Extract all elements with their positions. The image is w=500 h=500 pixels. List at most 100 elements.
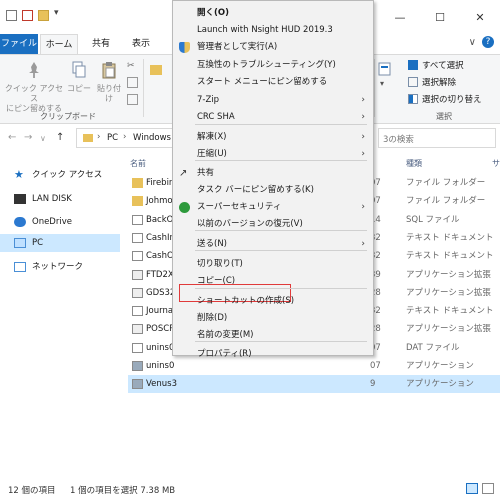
menu-item[interactable]: 互換性のトラブルシューティング(Y) — [173, 57, 373, 74]
up-icon[interactable]: ↑ — [56, 132, 64, 143]
close-icon[interactable]: ✕ — [460, 0, 500, 34]
network-icon — [14, 262, 26, 272]
menu-item[interactable]: ↗ 共有 — [173, 165, 373, 182]
recent-dropdown-icon[interactable]: ∨ — [40, 134, 46, 143]
pin-quick-access-button[interactable]: クイック アクセス にピン留めする — [4, 61, 64, 114]
search-input[interactable]: 3の検索 — [383, 133, 414, 145]
menu-item-label: 7-Zip — [197, 95, 220, 105]
move-to-icon[interactable] — [150, 65, 162, 75]
file-row[interactable]: Venus3 9 アプリケーション — [128, 375, 500, 394]
file-name: Venus3 — [146, 379, 177, 390]
menu-item[interactable]: 送る(N) › — [173, 236, 373, 253]
tab-home[interactable]: ホーム — [40, 34, 78, 54]
menu-item[interactable]: コピー(C) — [173, 273, 373, 290]
app-icon — [132, 379, 143, 390]
file-icon — [132, 251, 143, 262]
file-name: unins0 — [146, 361, 175, 371]
invert-selection-icon — [408, 94, 418, 104]
tab-share[interactable]: 共有 — [82, 34, 120, 54]
menu-item[interactable]: 解凍(X) › — [173, 129, 373, 146]
menu-item-label: 送る(N) — [197, 239, 227, 249]
file-name: CashIn — [146, 232, 175, 243]
menu-item[interactable]: 管理者として実行(A) — [173, 39, 373, 56]
invert-selection-label: 選択の切り替え — [422, 95, 482, 105]
menu-item[interactable]: 名前の変更(M) — [173, 327, 373, 344]
column-name[interactable]: 名前 — [130, 156, 146, 172]
breadcrumb-windows[interactable]: Windows ( — [133, 133, 177, 143]
column-size[interactable]: サ — [492, 156, 500, 172]
menu-item-label: スタート メニューにピン留めする — [197, 77, 328, 87]
menu-item[interactable]: 切り取り(T) — [173, 256, 373, 273]
minimize-icon[interactable]: — — [380, 0, 420, 34]
select-none-icon — [408, 77, 418, 87]
scissors-icon[interactable]: ✂ — [127, 61, 139, 71]
new-folder-icon[interactable] — [38, 10, 49, 21]
nas-icon — [14, 194, 26, 204]
open-dropdown-icon[interactable]: ▾ — [380, 79, 384, 88]
menu-item[interactable]: スタート メニューにピン留めする — [173, 74, 373, 91]
menu-item[interactable]: スーパーセキュリティ › — [173, 199, 373, 216]
menu-item[interactable]: 7-Zip › — [173, 92, 373, 109]
copy-path-icon[interactable] — [127, 77, 138, 88]
menu-item[interactable]: 開く(O) — [173, 5, 373, 22]
file-name: Firebir — [146, 178, 173, 188]
search-box[interactable]: 3の検索 — [378, 128, 496, 148]
nav-lan-disk[interactable]: LAN DISK — [14, 190, 72, 208]
menu-item-label: タスク バーにピン留めする(K) — [197, 185, 314, 195]
back-icon[interactable]: ← — [8, 132, 16, 143]
clipboard-small-buttons: ✂ — [127, 61, 139, 111]
file-icon — [132, 232, 143, 243]
file-icon — [132, 214, 143, 225]
nav-quick-access[interactable]: ★ クイック アクセス — [14, 166, 102, 184]
nav-onedrive[interactable]: OneDrive — [14, 213, 72, 231]
menu-item[interactable]: 削除(D) — [173, 310, 373, 327]
folder-icon — [132, 178, 143, 188]
tab-view[interactable]: 表示 — [122, 34, 160, 54]
forward-icon[interactable]: → — [24, 132, 32, 143]
column-type[interactable]: 種類 — [406, 156, 422, 172]
nav-network[interactable]: ネットワーク — [14, 258, 83, 276]
cloud-icon — [14, 217, 26, 227]
selection-info: 1 個の項目を選択 7.38 MB — [70, 486, 176, 496]
ribbon-collapse-icon[interactable]: ∨ — [469, 37, 476, 48]
help-icon[interactable]: ? — [482, 36, 494, 48]
quick-access-dropdown-icon[interactable]: ▾ — [54, 8, 59, 18]
select-none-button[interactable]: 選択解除 — [408, 76, 456, 88]
file-icon — [132, 306, 143, 317]
menu-item[interactable]: 圧縮(U) › — [173, 146, 373, 163]
submenu-arrow-icon: › — [361, 95, 365, 105]
large-icons-view-icon[interactable] — [482, 483, 494, 494]
menu-item[interactable]: CRC SHA › — [173, 109, 373, 126]
paste-shortcut-icon[interactable] — [127, 94, 138, 105]
menu-item[interactable]: タスク バーにピン留めする(K) — [173, 182, 373, 199]
nav-pc[interactable]: PC — [0, 234, 120, 252]
window-menu-icon[interactable] — [6, 10, 17, 21]
properties-icon[interactable] — [22, 10, 33, 21]
file-name: Journa — [146, 306, 174, 317]
menu-item[interactable]: Launch with Nsight HUD 2019.3 — [173, 22, 373, 39]
nav-quick-access-label: クイック アクセス — [32, 170, 103, 180]
tab-file[interactable]: ファイル — [0, 34, 38, 54]
file-name: unins0 — [146, 342, 175, 353]
maximize-icon[interactable]: ☐ — [420, 0, 460, 34]
select-all-button[interactable]: すべて選択 — [408, 59, 464, 71]
folder-icon — [83, 134, 93, 142]
nav-onedrive-label: OneDrive — [32, 217, 72, 227]
copy-button[interactable]: コピー — [64, 61, 94, 94]
pc-icon — [14, 238, 26, 248]
menu-item-label: Launch with Nsight HUD 2019.3 — [197, 25, 333, 35]
security-icon — [179, 202, 190, 213]
submenu-arrow-icon: › — [361, 132, 365, 142]
paste-button[interactable]: 貼り付け — [94, 61, 124, 104]
menu-item[interactable]: プロパティ(R) — [173, 346, 373, 363]
shield-icon — [179, 42, 190, 53]
menu-item[interactable]: ショートカットの作成(S) — [173, 293, 373, 310]
menu-item-label: 削除(D) — [197, 313, 228, 323]
open-icon[interactable] — [378, 59, 392, 77]
breadcrumb-pc[interactable]: PC — [107, 133, 118, 143]
menu-item-label: プロパティ(R) — [197, 349, 252, 359]
submenu-arrow-icon: › — [361, 202, 365, 212]
invert-selection-button[interactable]: 選択の切り替え — [408, 93, 482, 105]
details-view-icon[interactable] — [466, 483, 478, 494]
menu-item[interactable]: 以前のバージョンの復元(V) — [173, 216, 373, 233]
